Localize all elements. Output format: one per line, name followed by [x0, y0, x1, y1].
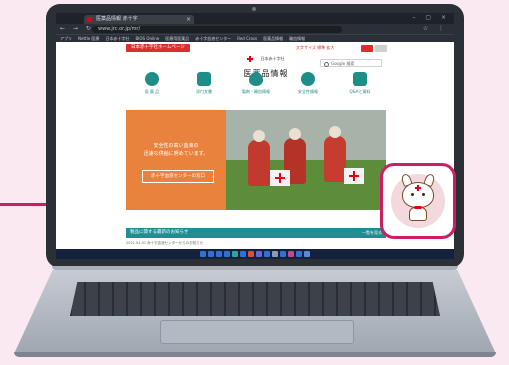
- keyboard: [70, 282, 440, 316]
- nav-label: Q&Aと資料: [349, 89, 371, 94]
- mascot-callout[interactable]: [380, 163, 456, 239]
- utility-button[interactable]: [361, 45, 373, 52]
- hero-photo: [226, 110, 386, 210]
- bottle-icon: [197, 72, 211, 86]
- tab-close-icon[interactable]: ×: [186, 15, 191, 24]
- taskbar-app-icon[interactable]: [304, 251, 310, 257]
- taskbar-app-icon[interactable]: [208, 251, 214, 257]
- bookmark-item[interactable]: Red Cross: [237, 35, 257, 42]
- mascot-bow: [414, 206, 422, 209]
- taskbar-app-icon[interactable]: [288, 251, 294, 257]
- bookmark-item[interactable]: BIOS Online: [135, 35, 159, 42]
- nav-item-package-insert[interactable]: 添付文書: [178, 72, 230, 95]
- hero-button[interactable]: 赤十字血液センターの窓口: [142, 170, 214, 183]
- news-row[interactable]: 2021.04.01 赤十字血液センターからのお知らせ: [126, 240, 386, 246]
- taskbar-app-icon[interactable]: [264, 251, 270, 257]
- nav-label: 製剤・輸血情報: [242, 89, 270, 94]
- rescue-worker: [324, 126, 346, 182]
- laptop-base-front: [14, 352, 496, 357]
- bookmark-item[interactable]: 赤十字血液センター: [195, 35, 231, 42]
- first-aid-kit-icon: [270, 170, 290, 186]
- font-size-links[interactable]: 文字サイズ 標準 拡大: [296, 45, 334, 51]
- tab-title: 医薬品情報 赤十字: [96, 16, 138, 22]
- window-controls[interactable]: – ▢ ×: [412, 14, 450, 21]
- news-header: 製品に関する最新のお知らせ 一覧を見る: [126, 228, 386, 238]
- nav-item-safety[interactable]: 安全性情報: [282, 72, 334, 95]
- document-icon: [353, 72, 367, 86]
- taskbar-app-icon[interactable]: [272, 251, 278, 257]
- medical-icon: [145, 72, 159, 86]
- favicon-icon: [87, 17, 92, 22]
- news-more-link[interactable]: 一覧を見る: [362, 228, 382, 238]
- taskbar-app-icon[interactable]: [240, 251, 246, 257]
- top-link-pill[interactable]: 日本赤十字社ホームページ: [126, 44, 190, 52]
- hero-banner: 安全性の高い血液の 迅速な供給に努めています。 赤十字血液センターの窓口: [126, 110, 386, 210]
- red-cross-icon: [247, 55, 254, 62]
- laptop-hinge: [52, 266, 458, 270]
- browser-tab[interactable]: 医薬品情報 赤十字 ×: [84, 15, 194, 24]
- bookmark-item[interactable]: Nettle 医療: [78, 35, 99, 42]
- nav-item-qa[interactable]: Q&Aと資料: [334, 72, 386, 95]
- nav-label: 安全性情報: [298, 89, 318, 94]
- taskbar-app-icon[interactable]: [224, 251, 230, 257]
- mascot-eye: [422, 193, 425, 196]
- taskbar: [56, 249, 454, 259]
- webcam-icon: [252, 7, 256, 11]
- search-icon: [324, 62, 329, 67]
- bookmark-item[interactable]: 輸血情報: [289, 35, 305, 42]
- trackpad[interactable]: [160, 320, 354, 344]
- nav-item-medicine[interactable]: 医 薬 品: [126, 72, 178, 95]
- nav-label: 添付文書: [196, 89, 212, 94]
- search-input[interactable]: Google 検索: [320, 59, 382, 67]
- hero-text-line: 安全性の高い血液の: [153, 143, 199, 149]
- taskbar-app-icon[interactable]: [256, 251, 262, 257]
- browser-nav-buttons[interactable]: ← → ↻: [60, 25, 94, 32]
- mascot-body: [409, 207, 427, 221]
- bookmark-item[interactable]: 日本赤十字社: [105, 35, 129, 42]
- rescue-worker: [248, 130, 270, 186]
- taskbar-app-icon[interactable]: [200, 251, 206, 257]
- first-aid-kit-icon: [344, 168, 364, 184]
- toolbar-icons[interactable]: ☆ ⋮: [423, 25, 448, 32]
- bookmarks-bar: アプリ Nettle 医療 日本赤十字社 BIOS Online 医療用医薬品 …: [56, 34, 454, 42]
- hero-text: 安全性の高い血液の 迅速な供給に努めています。: [136, 142, 216, 158]
- shield-icon: [301, 72, 315, 86]
- drop-icon: [249, 72, 263, 86]
- bookmark-item[interactable]: アプリ: [60, 35, 72, 42]
- taskbar-app-icon[interactable]: [216, 251, 222, 257]
- address-bar[interactable]: www.jrc.or.jp/mr/: [92, 26, 342, 33]
- nav-item-transfusion[interactable]: 製剤・輸血情報: [230, 72, 282, 95]
- mascot-eye: [411, 193, 414, 196]
- taskbar-app-icon[interactable]: [248, 251, 254, 257]
- browser-toolbar: ← → ↻ www.jrc.or.jp/mr/ ☆ ⋮: [56, 24, 454, 34]
- utility-button[interactable]: [375, 45, 387, 52]
- red-cross-icon: [415, 185, 421, 191]
- news-title: 製品に関する最新のお知らせ: [130, 230, 189, 235]
- taskbar-app-icon[interactable]: [296, 251, 302, 257]
- nav-label: 医 薬 品: [144, 89, 160, 94]
- bookmark-item[interactable]: 医薬品情報: [263, 35, 283, 42]
- main-nav: 医 薬 品 添付文書 製剤・輸血情報 安全性情報 Q&Aと資料: [126, 72, 386, 106]
- search-placeholder: Google 検索: [331, 61, 355, 66]
- bookmark-item[interactable]: 医療用医薬品: [165, 35, 189, 42]
- hero-text-line: 迅速な供給に努めています。: [143, 151, 209, 157]
- taskbar-app-icon[interactable]: [280, 251, 286, 257]
- logo-org: 日本赤十字社: [260, 55, 285, 61]
- taskbar-app-icon[interactable]: [232, 251, 238, 257]
- hero-text-panel: 安全性の高い血液の 迅速な供給に努めています。 赤十字血液センターの窓口: [126, 110, 226, 210]
- browser-tabbar: 医薬品情報 赤十字 × – ▢ ×: [56, 13, 454, 24]
